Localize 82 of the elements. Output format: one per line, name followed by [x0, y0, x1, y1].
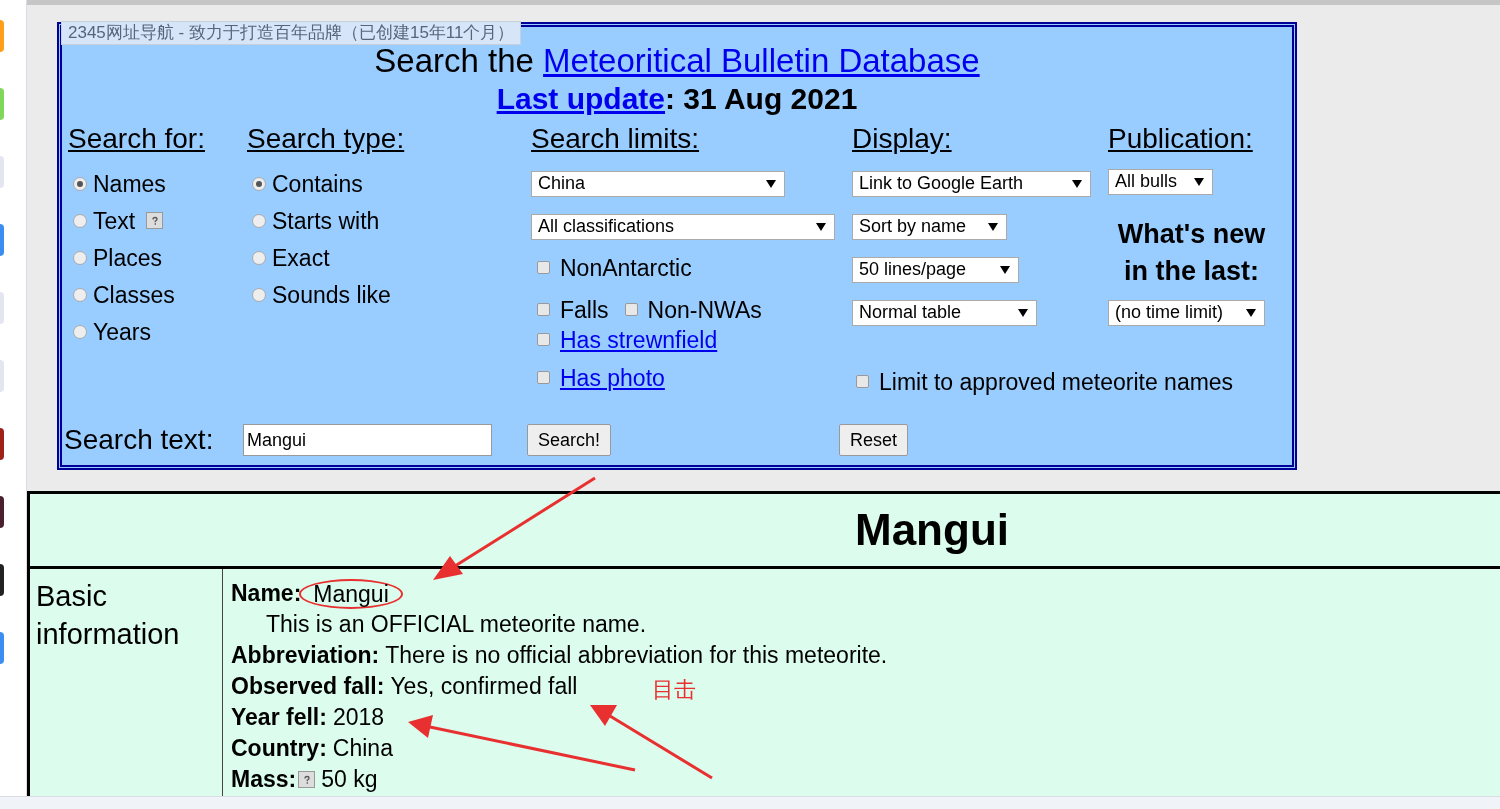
field-value: China [332, 734, 393, 763]
search-input[interactable]: Mangui [243, 424, 492, 456]
whats-new-heading: What's new in the last: [1116, 218, 1267, 288]
column-heading: Search for: [68, 122, 205, 156]
field-label: Name: [231, 579, 302, 608]
field-label: Country: [231, 734, 327, 763]
dropdown[interactable]: All bulls [1108, 169, 1213, 195]
help-icon[interactable] [298, 771, 316, 788]
checkbox[interactable] [537, 261, 550, 275]
checkbox[interactable] [624, 303, 638, 317]
radio-button[interactable] [73, 214, 87, 228]
radio-button[interactable] [252, 288, 266, 302]
search-text-label: Search text: [64, 424, 215, 456]
reset-button[interactable]: Reset [839, 424, 909, 456]
checkbox[interactable] [537, 303, 550, 317]
dropdown[interactable]: All classifications [531, 214, 835, 240]
option-label[interactable]: Contains [272, 170, 363, 198]
option-label[interactable]: Names [93, 170, 166, 198]
field-note: This is an OFFICIAL meteorite name. [266, 611, 647, 637]
checkbox-label[interactable]: Non-NWAs [647, 296, 762, 324]
caret-icon [1018, 309, 1028, 317]
column-heading: Display: [852, 122, 952, 156]
radio-button[interactable] [252, 251, 266, 265]
checkbox-label[interactable]: Falls [560, 296, 609, 324]
section-label: Basic information [36, 580, 180, 650]
field-value: There is no official abbreviation for this meteorite. [385, 641, 888, 670]
checkbox-link[interactable]: Has strewnfield [560, 326, 718, 354]
field-label: Year fell: [231, 703, 327, 732]
search-button[interactable]: Search! [527, 424, 612, 456]
dropdown[interactable]: 50 lines/page [852, 257, 1019, 283]
dropdown[interactable]: China [531, 171, 785, 197]
checkbox[interactable] [537, 333, 550, 347]
field-label: Abbreviation: [231, 641, 380, 670]
app-icon[interactable] [0, 496, 4, 528]
option-label[interactable]: Years [93, 318, 151, 346]
checkbox[interactable] [856, 375, 869, 389]
caret-icon [1000, 266, 1010, 274]
database-link[interactable]: Meteoritical Bulletin Database [543, 42, 980, 79]
radio-button[interactable] [252, 177, 266, 191]
option-label[interactable]: Text [93, 207, 136, 235]
page-title: Search the [374, 42, 534, 79]
field-value: 50 kg [321, 765, 378, 794]
option-label[interactable]: Places [93, 244, 163, 272]
meteorite-title: Mangui [855, 505, 1009, 555]
update-date: : 31 Aug 2021 [665, 82, 858, 115]
dropdown[interactable]: Link to Google Earth [852, 171, 1091, 197]
radio-button[interactable] [252, 214, 266, 228]
column-heading: Search limits: [531, 122, 700, 156]
checkbox[interactable] [537, 371, 550, 385]
dropdown[interactable]: Normal table [852, 300, 1037, 326]
app-icon[interactable] [0, 428, 4, 460]
field-label: Observed fall: [231, 672, 385, 701]
field-value: Mangui [299, 578, 403, 609]
caret-icon [988, 223, 998, 231]
field-label: Mass: [231, 765, 297, 794]
app-icon[interactable] [0, 564, 4, 596]
radio-button[interactable] [73, 288, 87, 302]
caret-icon [816, 223, 826, 231]
option-label[interactable]: Starts with [272, 207, 380, 235]
field-value: 2018 [332, 703, 385, 732]
column-heading: Search type: [247, 122, 405, 156]
checkbox-label[interactable]: NonAntarctic [560, 254, 692, 282]
caret-icon [766, 180, 776, 188]
tooltip: 2345网址导航 - 致力于打造百年品牌（已创建15年11个月） [61, 21, 522, 45]
checkbox-label[interactable]: Limit to approved meteorite names [879, 368, 1234, 396]
caret-icon [1072, 180, 1082, 188]
option-label[interactable]: Exact [272, 244, 330, 272]
radio-button[interactable] [73, 177, 87, 191]
caret-icon [1246, 309, 1256, 317]
caret-icon [1194, 178, 1204, 186]
checkbox-link[interactable]: Has photo [560, 364, 665, 392]
last-update-link[interactable]: Last update [496, 82, 665, 115]
field-value: Yes, confirmed fall [390, 672, 578, 701]
column-heading: Publication: [1108, 122, 1253, 156]
option-label[interactable]: Sounds like [272, 281, 391, 309]
option-label[interactable]: Classes [93, 281, 175, 309]
dropdown[interactable]: Sort by name [852, 214, 1007, 240]
radio-button[interactable] [73, 251, 87, 265]
radio-button[interactable] [73, 325, 87, 339]
dropdown[interactable]: (no time limit) [1108, 300, 1265, 326]
help-icon[interactable] [146, 212, 164, 230]
annotation-label: 目击 [652, 676, 696, 704]
